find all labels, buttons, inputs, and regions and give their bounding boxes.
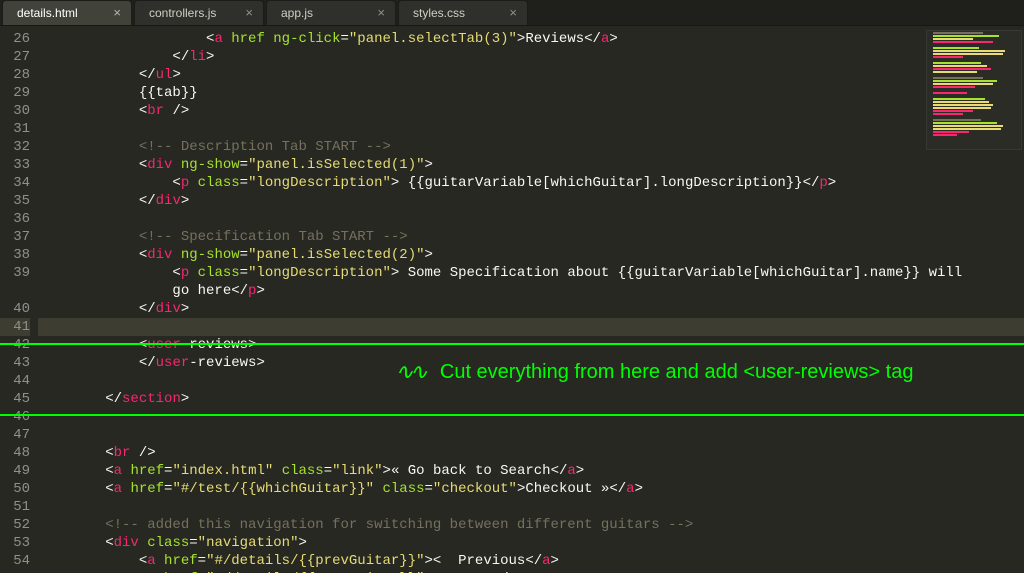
code-line[interactable]: <a href="#/test/{{whichGuitar}}" class="… — [38, 480, 1024, 498]
code-line[interactable]: <div ng-show="panel.isSelected(1)"> — [38, 156, 1024, 174]
code-line[interactable]: <!-- added this navigation for switching… — [38, 516, 1024, 534]
code-line[interactable]: go here</p> — [38, 282, 1024, 300]
close-icon[interactable]: × — [377, 4, 385, 22]
code-line[interactable]: <a href="#/details/{{prevGuitar}}">< Pre… — [38, 552, 1024, 570]
tab-app-js[interactable]: app.js × — [266, 0, 396, 25]
code-line[interactable] — [38, 498, 1024, 516]
highlight-top-rule — [0, 343, 1024, 345]
code-line[interactable] — [38, 120, 1024, 138]
code-line[interactable]: <div ng-show="panel.isSelected(2)"> — [38, 246, 1024, 264]
tab-label: styles.css — [413, 4, 465, 22]
code-line[interactable]: <!-- Description Tab START --> — [38, 138, 1024, 156]
tab-label: app.js — [281, 4, 313, 22]
highlight-bottom-rule — [0, 414, 1024, 416]
code-line[interactable]: <br /> — [38, 102, 1024, 120]
code-line[interactable]: <a href ng-click="panel.selectTab(3)">Re… — [38, 30, 1024, 48]
code-line[interactable]: </div> — [38, 192, 1024, 210]
code-line[interactable] — [38, 408, 1024, 426]
code-line[interactable]: </ul> — [38, 66, 1024, 84]
code-line[interactable]: {{tab}} — [38, 84, 1024, 102]
tab-label: details.html — [17, 4, 78, 22]
close-icon[interactable]: × — [245, 4, 253, 22]
code-line[interactable] — [38, 318, 1024, 336]
tab-styles-css[interactable]: styles.css × — [398, 0, 528, 25]
tab-bar: details.html × controllers.js × app.js ×… — [0, 0, 1024, 26]
editor[interactable]: 2627282930313233343536373839 40414243444… — [0, 26, 1024, 573]
code-line[interactable]: <p class="longDescription"> Some Specifi… — [38, 264, 1024, 282]
annotation-callout: ∿∿ Cut everything from here and add <use… — [395, 363, 913, 381]
code-line[interactable]: <p class="longDescription"> {{guitarVari… — [38, 174, 1024, 192]
code-line[interactable]: </li> — [38, 48, 1024, 66]
tab-details-html[interactable]: details.html × — [2, 0, 132, 25]
code-line[interactable] — [38, 426, 1024, 444]
code-line[interactable] — [38, 210, 1024, 228]
line-number-gutter: 2627282930313233343536373839 40414243444… — [0, 26, 38, 573]
annotation-text: Cut everything from here and add <user-r… — [440, 363, 914, 381]
bolt-icon: ∿∿ — [395, 363, 424, 381]
code-line[interactable]: <a href="index.html" class="link">« Go b… — [38, 462, 1024, 480]
code-line[interactable]: <br /> — [38, 444, 1024, 462]
close-icon[interactable]: × — [113, 4, 121, 22]
code-line[interactable]: <user-reviews> — [38, 336, 1024, 354]
code-area[interactable]: <a href ng-click="panel.selectTab(3)">Re… — [38, 26, 1024, 573]
code-line[interactable]: </div> — [38, 300, 1024, 318]
code-line[interactable]: </section> — [38, 390, 1024, 408]
tab-controllers-js[interactable]: controllers.js × — [134, 0, 264, 25]
close-icon[interactable]: × — [509, 4, 517, 22]
code-line[interactable]: <div class="navigation"> — [38, 534, 1024, 552]
code-line[interactable]: <!-- Specification Tab START --> — [38, 228, 1024, 246]
tab-label: controllers.js — [149, 4, 216, 22]
